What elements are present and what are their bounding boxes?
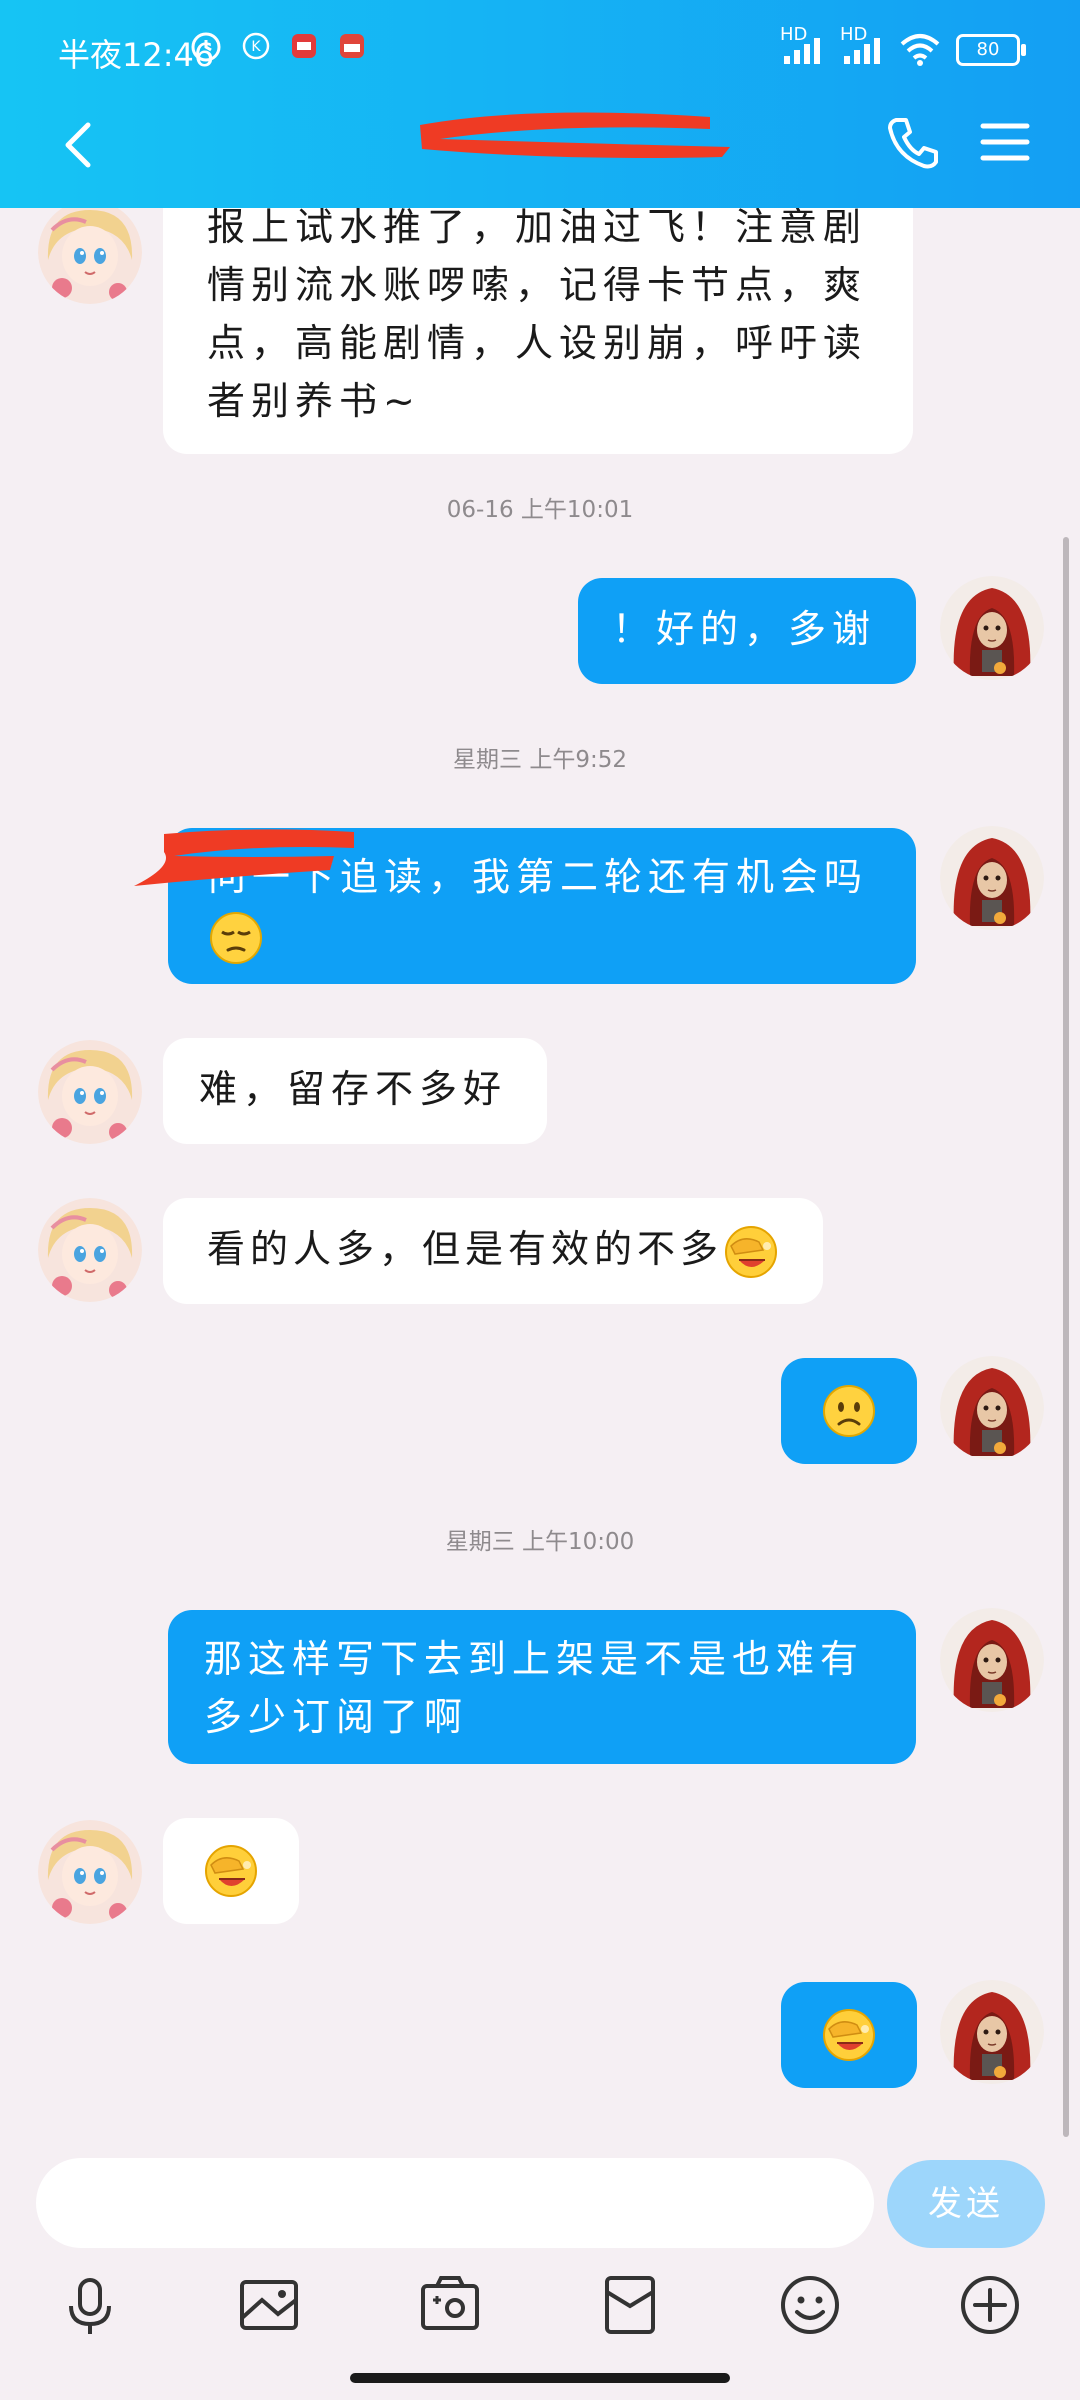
contact-avatar[interactable] xyxy=(38,208,142,304)
message-bubble-outgoing[interactable]: 那这样写下去到上架是不是也难有多少订阅了啊 xyxy=(168,1610,916,1764)
my-avatar[interactable] xyxy=(940,1356,1044,1460)
home-indicator[interactable] xyxy=(350,2373,730,2383)
red-packet-icon[interactable] xyxy=(595,2270,665,2340)
app-red-icon xyxy=(340,34,364,58)
app-k-icon: K xyxy=(242,32,270,60)
image-icon[interactable] xyxy=(234,2270,304,2340)
message-text: 难，留存不多好 xyxy=(199,1067,508,1111)
contact-avatar[interactable] xyxy=(38,1198,142,1302)
message-bubble-outgoing[interactable]: ！好的，多谢 xyxy=(578,578,916,684)
timestamp: 星期三 上午9:52 xyxy=(453,747,627,773)
facepalm-emoji xyxy=(203,1843,259,1899)
chat-header: 半夜12:46 K HD HD 80 xyxy=(0,0,1080,208)
message-text-content: 看的人多，但是有效的不多 xyxy=(207,1227,724,1271)
emoji-icon[interactable] xyxy=(775,2270,845,2340)
message-bubble-incoming[interactable]: 看的人多，但是有效的不多 xyxy=(163,1198,823,1304)
facepalm-emoji xyxy=(723,1224,779,1280)
message-bubble-outgoing[interactable]: 问一下追读，我第二轮还有机会吗 xyxy=(134,828,916,984)
message-bubble-incoming[interactable]: 报上试水推了，加油过飞！注意剧情别流水账啰嗦，记得卡节点，爽点，高能剧情，人设别… xyxy=(163,208,913,454)
facepalm-emoji xyxy=(821,2007,877,2063)
microphone-icon[interactable] xyxy=(55,2270,125,2340)
message-text: 报上试水推了，加油过飞！注意剧情别流水账啰嗦，记得卡节点，爽点，高能剧情，人设别… xyxy=(207,208,868,423)
message-bubble-outgoing[interactable] xyxy=(781,1982,917,2088)
my-avatar[interactable] xyxy=(940,576,1044,680)
battery-indicator: 80 xyxy=(956,34,1026,66)
phone-icon[interactable] xyxy=(882,112,942,172)
chat-title xyxy=(410,95,740,175)
timestamp: 星期三 上午10:00 xyxy=(445,1529,635,1555)
sad-emoji xyxy=(208,910,264,966)
signal-2-icon xyxy=(844,38,880,64)
svg-text:K: K xyxy=(251,39,261,55)
message-bubble-incoming[interactable] xyxy=(163,1818,299,1924)
timestamp: 06-16 上午10:01 xyxy=(446,497,634,523)
message-bubble-outgoing[interactable] xyxy=(781,1358,917,1464)
menu-icon[interactable] xyxy=(975,112,1035,172)
my-avatar[interactable] xyxy=(940,1608,1044,1712)
my-avatar[interactable] xyxy=(940,1980,1044,2084)
message-bubble-incoming[interactable]: 难，留存不多好 xyxy=(163,1038,547,1144)
my-avatar[interactable] xyxy=(940,826,1044,930)
app-qidian-icon xyxy=(292,34,316,58)
frown-emoji xyxy=(821,1383,877,1439)
message-input[interactable] xyxy=(36,2158,874,2248)
message-text: 看的人多，但是有效的不多 xyxy=(207,1220,803,1280)
contact-avatar[interactable] xyxy=(38,1040,142,1144)
message-text: 那这样写下去到上架是不是也难有多少订阅了啊 xyxy=(204,1637,865,1739)
alarm-icon xyxy=(191,32,221,62)
contact-avatar[interactable] xyxy=(38,1820,142,1924)
wifi-icon xyxy=(900,34,940,66)
status-bar: 半夜12:46 K HD HD 80 xyxy=(0,0,1080,100)
chevron-left-icon[interactable] xyxy=(50,115,110,175)
redaction-scribble xyxy=(420,112,730,158)
camera-icon[interactable] xyxy=(415,2270,485,2340)
message-text: ！好的，多谢 xyxy=(612,607,877,651)
chat-scroll-area[interactable]: 报上试水推了，加油过飞！注意剧情别流水账啰嗦，记得卡节点，爽点，高能剧情，人设别… xyxy=(0,208,1080,2153)
plus-icon[interactable] xyxy=(955,2270,1025,2340)
send-button[interactable]: 发送 xyxy=(887,2160,1045,2248)
redaction-scribble xyxy=(134,829,354,886)
scrollbar[interactable] xyxy=(1063,537,1069,2137)
signal-1-icon xyxy=(784,38,820,64)
